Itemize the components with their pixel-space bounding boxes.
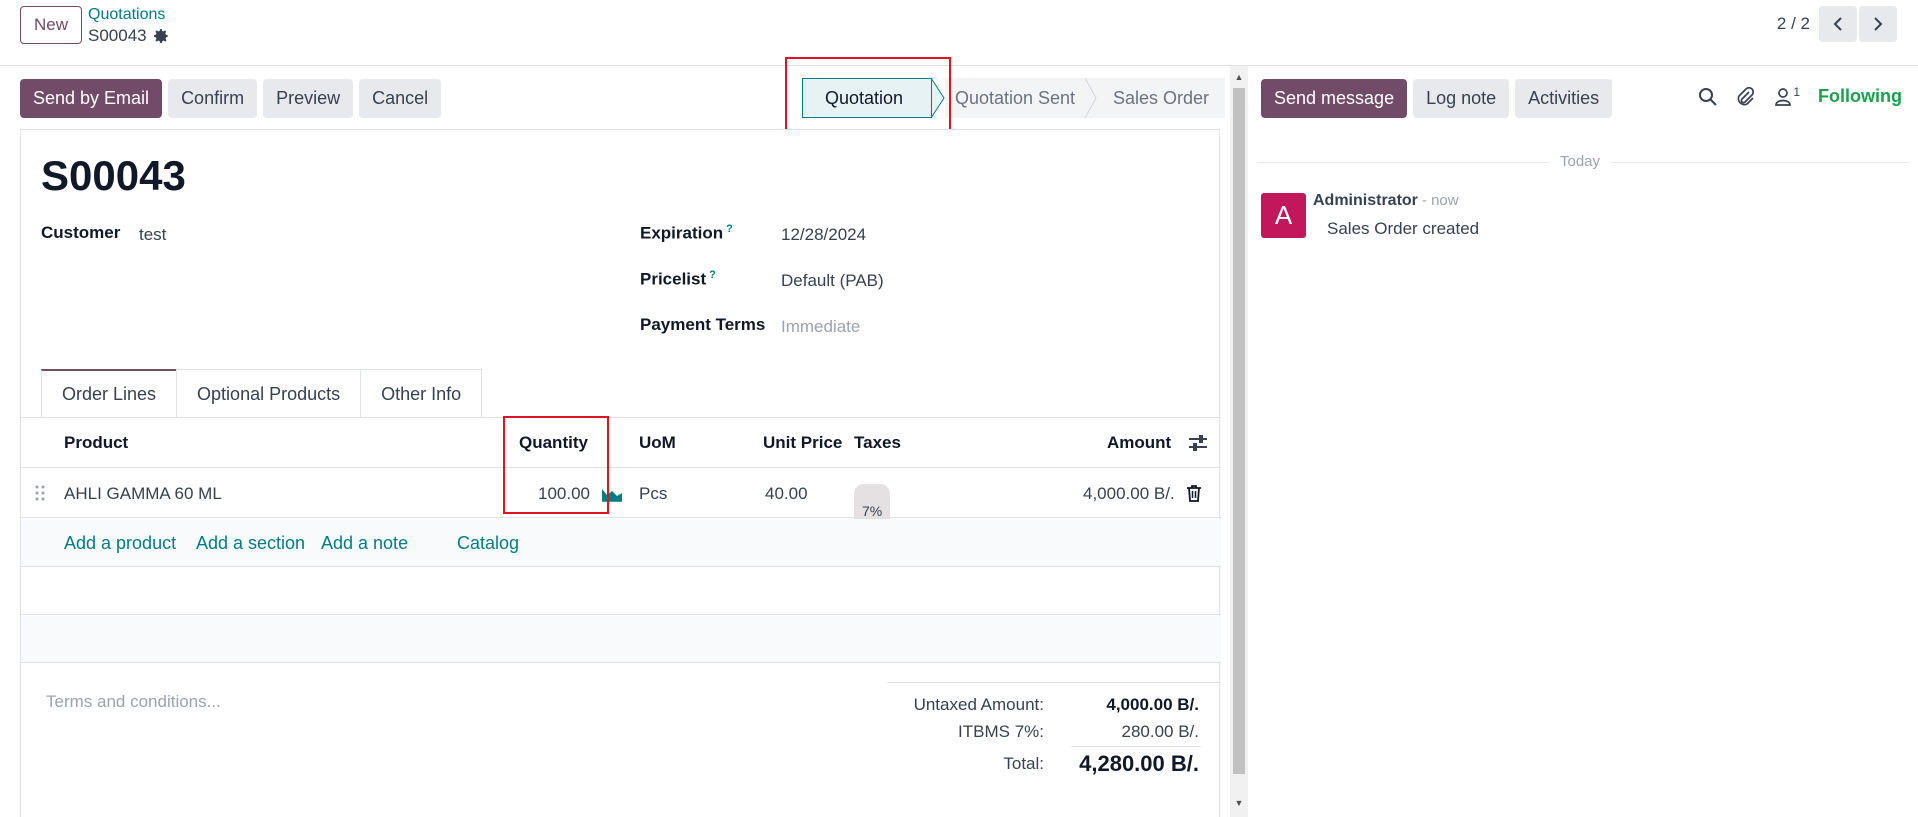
expiration-label-text: Expiration: [640, 223, 724, 243]
chevron-left-icon: [1833, 17, 1842, 31]
form-action-buttons: Send by Email Confirm Preview Cancel: [20, 79, 442, 118]
pricelist-label-text: Pricelist: [640, 269, 707, 289]
message-body: Sales Order created: [1327, 219, 1480, 238]
stage-arrow-icon: [1085, 78, 1097, 118]
row-amount: 4,000.00 B/.: [1083, 484, 1175, 503]
stage-quotation-sent-label: Quotation Sent: [954, 87, 1076, 108]
customer-field[interactable]: test: [139, 225, 166, 245]
chatter-panel: Send message Log note Activities 1 Follo…: [1248, 66, 1918, 817]
payment-terms-label: Payment Terms: [640, 315, 766, 334]
gear-icon[interactable]: [153, 28, 169, 44]
chevron-right-icon: [1874, 17, 1883, 31]
catalog-link[interactable]: Catalog: [457, 519, 519, 567]
form-scrollbar-thumb[interactable]: [1233, 88, 1245, 774]
date-separator: Today: [1548, 153, 1613, 170]
row-product[interactable]: AHLI GAMMA 60 ML: [64, 469, 222, 519]
new-button[interactable]: New: [20, 6, 82, 44]
avatar[interactable]: A: [1261, 193, 1306, 238]
tab-optional-products[interactable]: Optional Products: [176, 369, 362, 418]
notebook-tabs: Order Lines Optional Products Other Info: [41, 369, 483, 418]
stage-sales-order-label: Sales Order: [1112, 87, 1210, 108]
untaxed-amount-label: Untaxed Amount:: [913, 695, 1044, 714]
empty-row: [21, 616, 1221, 663]
total-label: Total:: [1003, 754, 1044, 773]
stage-sales-order[interactable]: Sales Order: [1097, 78, 1225, 118]
tab-order-lines[interactable]: Order Lines: [41, 369, 178, 418]
col-amount[interactable]: Amount: [1107, 418, 1171, 468]
trash-icon[interactable]: [1186, 484, 1202, 502]
pricelist-label: Pricelist?: [640, 269, 716, 290]
breadcrumb-quotations[interactable]: Quotations: [88, 6, 165, 24]
optional-columns-icon[interactable]: [1188, 434, 1208, 452]
pager-value: 2 / 2: [1776, 14, 1810, 33]
paperclip-icon[interactable]: [1736, 86, 1756, 107]
tab-other-info[interactable]: Other Info: [360, 369, 483, 418]
cancel-button[interactable]: Cancel: [359, 79, 442, 118]
pricelist-field[interactable]: Default (PAB): [781, 271, 884, 291]
add-product-link[interactable]: Add a product: [64, 519, 176, 567]
totals-divider: [887, 682, 1221, 683]
scroll-down-arrow-icon[interactable]: ▼: [1233, 798, 1245, 808]
expiration-field[interactable]: 12/28/2024: [781, 225, 866, 245]
message-author: Administrator - now: [1313, 192, 1459, 210]
activities-button[interactable]: Activities: [1515, 79, 1613, 118]
highlight-box-quantity: [503, 416, 609, 514]
user-icon: [1775, 87, 1792, 106]
message-author-name[interactable]: Administrator: [1313, 192, 1418, 209]
confirm-button[interactable]: Confirm: [168, 79, 258, 118]
help-icon[interactable]: ?: [709, 269, 716, 281]
send-by-email-button[interactable]: Send by Email: [20, 79, 163, 118]
search-icon[interactable]: [1698, 87, 1718, 107]
control-panel: New Quotations S00043 2 / 2: [0, 0, 1918, 66]
help-icon[interactable]: ?: [726, 223, 733, 235]
pager-next-button[interactable]: [1859, 6, 1897, 42]
add-line-row: Add a product Add a section Add a note C…: [21, 519, 1221, 567]
empty-row: [21, 568, 1221, 615]
message-time: - now: [1421, 192, 1459, 209]
add-section-link[interactable]: Add a section: [196, 519, 305, 567]
form-sheet: S00043 Customer test Expiration? 12/28/2…: [20, 129, 1221, 817]
chatter-actions: Send message Log note Activities: [1261, 79, 1613, 118]
breadcrumb-current: S00043: [88, 26, 169, 46]
total-divider: [1071, 746, 1201, 747]
follower-count: 1: [1793, 84, 1801, 99]
customer-label: Customer: [41, 223, 121, 242]
order-lines-header: Product Quantity UoM Unit Price Taxes Am…: [21, 418, 1221, 468]
table-row[interactable]: AHLI GAMMA 60 ML 100.00 Pcs 40.00 7% 4,0…: [21, 469, 1221, 538]
row-uom[interactable]: Pcs: [639, 469, 667, 519]
tax-label: ITBMS 7%:: [958, 722, 1044, 741]
stage-quotation-sent[interactable]: Quotation Sent: [945, 78, 1085, 118]
col-uom[interactable]: UoM: [639, 418, 676, 468]
tax-value: 280.00 B/.: [1121, 722, 1199, 741]
preview-button[interactable]: Preview: [263, 79, 354, 118]
order-title: S00043: [41, 152, 186, 199]
col-product[interactable]: Product: [64, 418, 128, 468]
drag-handle-icon[interactable]: [35, 485, 45, 501]
terms-and-conditions-field[interactable]: Terms and conditions...: [46, 692, 221, 712]
scroll-up-arrow-icon[interactable]: ▲: [1233, 72, 1245, 82]
breadcrumb-current-label: S00043: [88, 26, 147, 45]
payment-terms-field[interactable]: Immediate: [781, 317, 860, 337]
col-taxes[interactable]: Taxes: [854, 418, 901, 468]
pager-previous-button[interactable]: [1819, 6, 1857, 42]
chatter-toolbar-icons: 1 Following: [1698, 86, 1902, 107]
send-message-button[interactable]: Send message: [1261, 79, 1408, 118]
row-unit-price[interactable]: 40.00: [765, 469, 808, 519]
untaxed-amount-value: 4,000.00 B/.: [1106, 695, 1199, 714]
add-note-link[interactable]: Add a note: [321, 519, 408, 567]
total-value: 4,280.00 B/.: [1079, 751, 1199, 776]
following-toggle[interactable]: Following: [1818, 86, 1902, 107]
followers-button[interactable]: 1: [1774, 84, 1801, 107]
col-unit-price[interactable]: Unit Price: [763, 418, 842, 468]
log-note-button[interactable]: Log note: [1413, 79, 1510, 118]
expiration-label: Expiration?: [640, 223, 733, 244]
